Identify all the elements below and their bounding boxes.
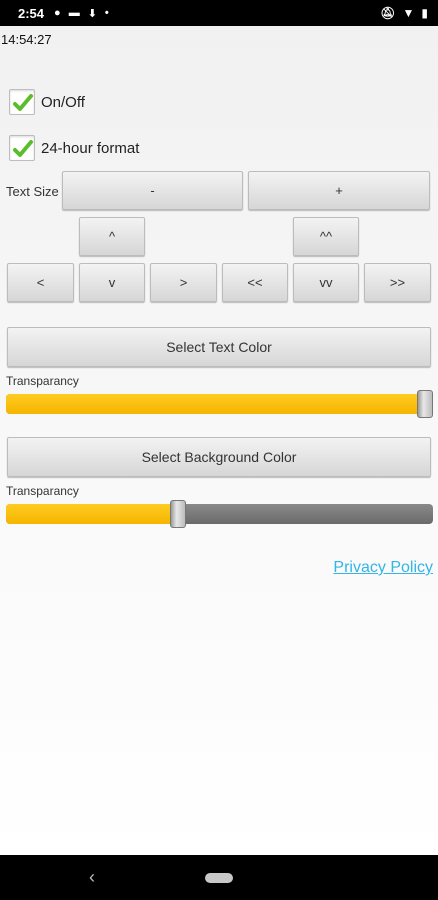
on-off-label: On/Off bbox=[41, 93, 85, 111]
check-icon bbox=[13, 140, 33, 157]
24-hour-checkbox[interactable] bbox=[9, 135, 35, 161]
notifications-off-icon: 🔕︎ bbox=[380, 6, 396, 20]
slider-thumb[interactable] bbox=[170, 500, 186, 528]
home-pill-icon[interactable] bbox=[205, 873, 233, 883]
24-hour-checkbox-row[interactable]: 24-hour format bbox=[9, 135, 139, 161]
background-transparency-slider[interactable] bbox=[6, 500, 433, 528]
slider-fill bbox=[6, 504, 178, 524]
move-right-button[interactable]: > bbox=[150, 263, 217, 302]
privacy-policy-link[interactable]: Privacy Policy bbox=[333, 559, 433, 577]
move-left-fast-button[interactable]: << bbox=[222, 263, 288, 302]
dot-icon: • bbox=[104, 7, 109, 19]
image-icon: ▬ bbox=[68, 7, 80, 19]
select-text-color-button[interactable]: Select Text Color bbox=[7, 327, 431, 367]
navigation-bar: ‹ bbox=[0, 855, 438, 900]
background-transparency-label: Transparancy bbox=[6, 484, 79, 498]
move-up-fast-button[interactable]: ^^ bbox=[293, 217, 359, 256]
main-screen: 14:54:27 On/Off 24-hour format Text Size… bbox=[0, 26, 438, 855]
text-transparency-label: Transparancy bbox=[6, 374, 79, 388]
slider-thumb[interactable] bbox=[417, 390, 433, 418]
move-left-button[interactable]: < bbox=[7, 263, 74, 302]
text-size-increase-button[interactable]: + bbox=[248, 171, 430, 210]
check-icon bbox=[13, 94, 33, 111]
wifi-icon: ▼ bbox=[402, 6, 415, 20]
text-transparency-slider[interactable] bbox=[6, 390, 433, 418]
on-off-checkbox-row[interactable]: On/Off bbox=[9, 89, 85, 115]
battery-icon: ▮ bbox=[421, 6, 428, 20]
clock-preview: 14:54:27 bbox=[1, 32, 52, 47]
text-size-decrease-button[interactable]: - bbox=[62, 171, 243, 210]
text-size-label: Text Size bbox=[6, 184, 59, 199]
slider-fill bbox=[6, 394, 425, 414]
status-time: 2:54 bbox=[18, 5, 45, 21]
on-off-checkbox[interactable] bbox=[9, 89, 35, 115]
move-up-button[interactable]: ^ bbox=[79, 217, 145, 256]
select-background-color-button[interactable]: Select Background Color bbox=[7, 437, 431, 477]
status-bar: 2:54 ● ▬ ⬇ • 🔕︎ ▼ ▮ bbox=[0, 0, 438, 26]
move-down-fast-button[interactable]: vv bbox=[293, 263, 359, 302]
move-down-button[interactable]: v bbox=[79, 263, 145, 302]
p-icon: ● bbox=[54, 7, 61, 19]
back-icon[interactable]: ‹ bbox=[89, 867, 95, 888]
download-icon: ⬇ bbox=[87, 7, 97, 20]
24-hour-label: 24-hour format bbox=[41, 139, 140, 157]
move-right-fast-button[interactable]: >> bbox=[364, 263, 431, 302]
